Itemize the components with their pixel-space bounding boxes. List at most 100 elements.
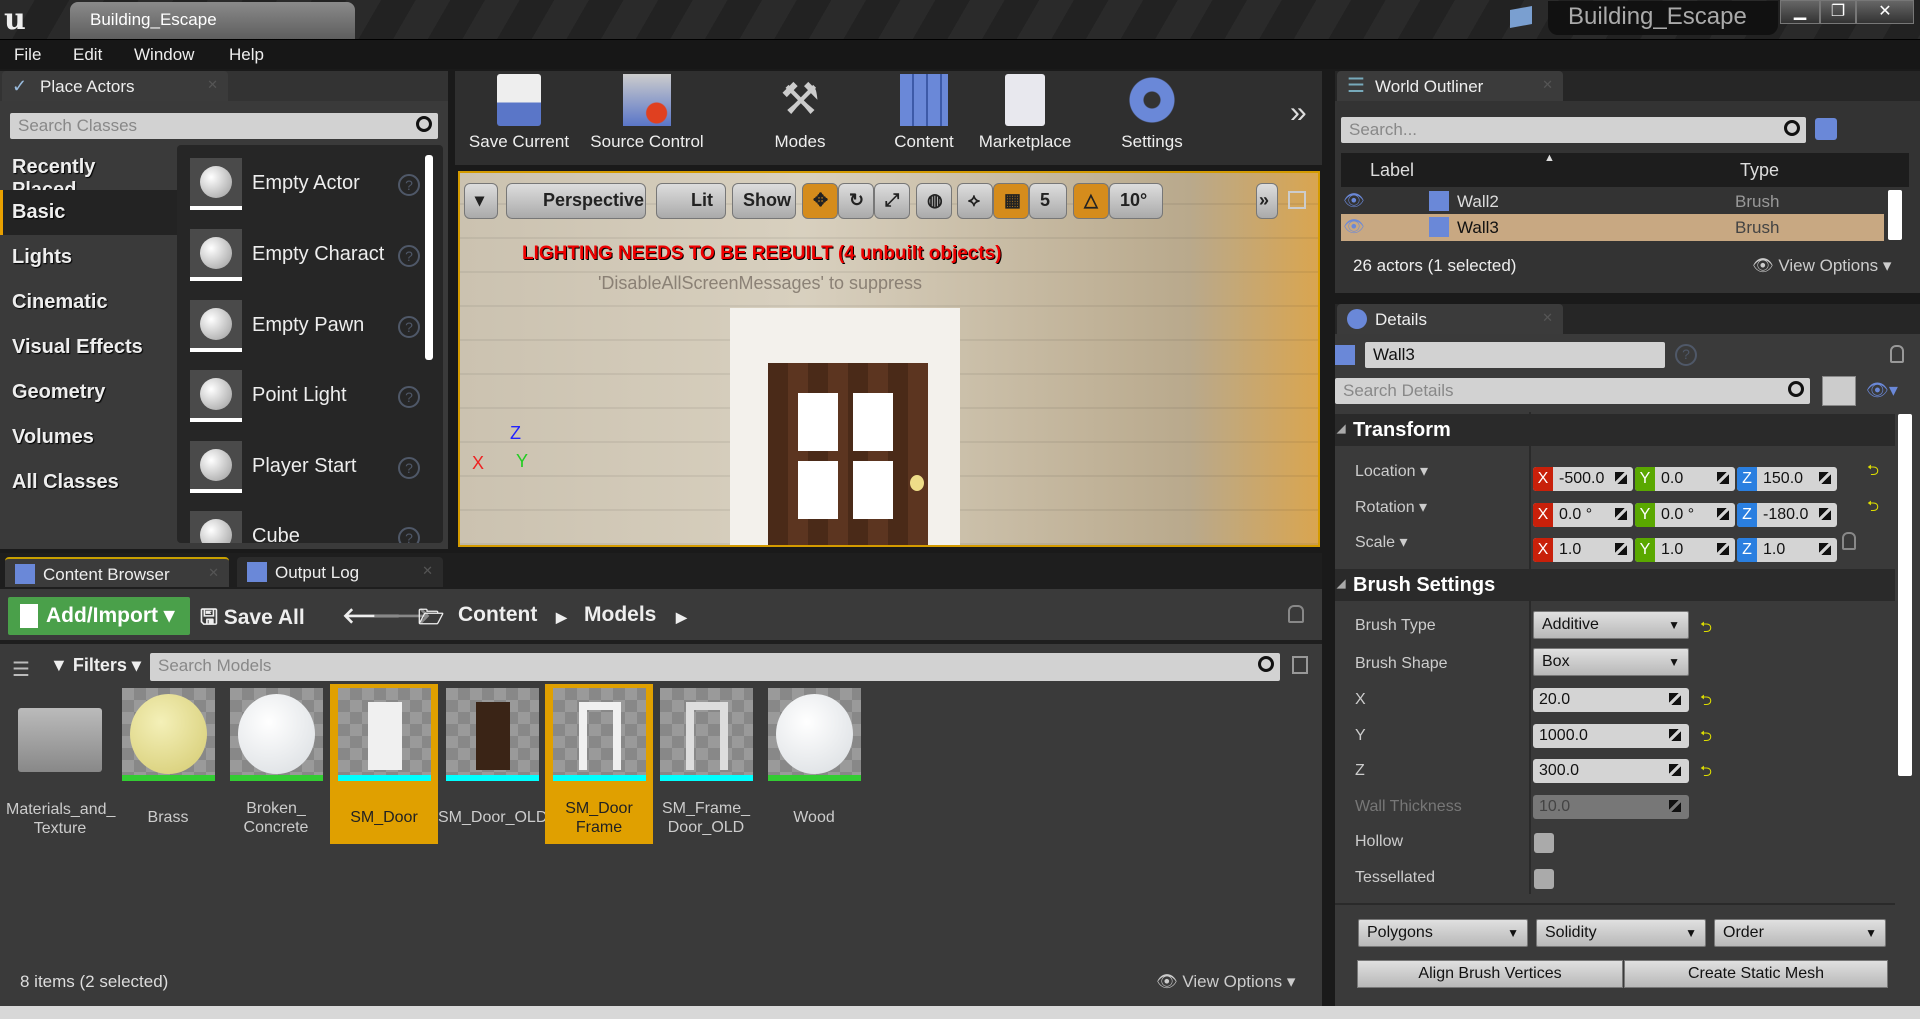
asset-folder[interactable]: Materials_and_ Texture (6, 688, 115, 838)
brush-x-field[interactable]: 20.0 (1533, 688, 1689, 712)
rotation-snap-value[interactable]: 10° (1109, 183, 1163, 219)
scrollbar[interactable] (1888, 190, 1902, 240)
column-type[interactable]: Type (1740, 160, 1779, 181)
show-button[interactable]: Show (732, 183, 796, 219)
add-import-button[interactable]: Add/Import ▾ (8, 597, 190, 635)
menu-edit[interactable]: Edit (73, 45, 102, 65)
brush-type-dropdown[interactable]: Additive (1533, 611, 1689, 639)
close-tab-icon[interactable]: ✕ (422, 563, 433, 579)
reset-brush-type-icon[interactable]: ⮌ (1700, 617, 1712, 642)
location-y-field[interactable]: Y 0.0 (1635, 467, 1735, 491)
column-label[interactable]: Label (1370, 160, 1414, 181)
tessellated-checkbox[interactable] (1534, 869, 1554, 889)
marketplace-button[interactable]: Marketplace (970, 74, 1080, 152)
perspective-button[interactable]: Perspective (506, 183, 646, 219)
rotation-z-field[interactable]: Z -180.0 (1737, 503, 1837, 527)
minimize-button[interactable]: ▁ (1780, 0, 1820, 24)
brush-z-field[interactable]: 300.0 (1533, 759, 1689, 783)
visibility-eye-icon[interactable]: 👁 (1343, 217, 1365, 237)
create-static-mesh-button[interactable]: Create Static Mesh (1624, 960, 1888, 988)
actor-player-start[interactable]: Player Start? (190, 441, 420, 503)
close-tab-icon[interactable]: ✕ (208, 565, 219, 581)
actor-empty-character[interactable]: Empty Charact? (190, 229, 420, 291)
category-cinematic[interactable]: Cinematic (0, 280, 177, 325)
menu-window[interactable]: Window (134, 45, 194, 65)
scale-label[interactable]: Scale ▾ (1355, 532, 1408, 552)
reset-x-icon[interactable]: ⮌ (1700, 690, 1712, 715)
breadcrumb-separator[interactable]: ▶ (556, 609, 567, 626)
transform-section-header[interactable]: Transform (1335, 414, 1895, 446)
source-control-button[interactable]: Source Control (585, 74, 709, 152)
actor-cube[interactable]: Cube? (190, 511, 420, 543)
outliner-row-wall2[interactable]: 👁 Wall2 Brush (1341, 188, 1884, 215)
reset-rotation-icon[interactable]: ⮌ (1867, 496, 1879, 521)
help-icon[interactable]: ? (398, 457, 420, 479)
actor-empty-pawn[interactable]: Empty Pawn? (190, 300, 420, 362)
category-lights[interactable]: Lights (0, 235, 177, 280)
location-z-field[interactable]: Z 150.0 (1737, 467, 1837, 491)
reset-location-icon[interactable]: ⮌ (1867, 460, 1879, 485)
rotation-label[interactable]: Rotation ▾ (1355, 497, 1427, 517)
tab-output-log[interactable]: Output Log ✕ (237, 557, 443, 587)
tab-world-outliner[interactable]: ☰ World Outliner ✕ (1337, 71, 1563, 101)
asset-brass[interactable]: Brass (114, 688, 222, 827)
category-all-classes[interactable]: All Classes (0, 460, 177, 505)
visibility-eye-icon[interactable]: 👁 (1343, 191, 1365, 211)
asset-sm-door[interactable]: SM_Door (330, 684, 438, 844)
lock-icon[interactable] (1890, 345, 1904, 363)
world-local-icon[interactable]: ◍ (916, 183, 952, 219)
property-matrix-icon[interactable] (1822, 376, 1856, 406)
modes-button[interactable]: ⚒ Modes (760, 74, 840, 152)
scale-y-field[interactable]: Y 1.0 (1635, 538, 1735, 562)
order-dropdown[interactable]: Order (1714, 919, 1886, 947)
rotate-tool-icon[interactable]: ↻ (838, 183, 874, 219)
breadcrumb-content[interactable]: Content (458, 603, 537, 627)
grid-snap-value[interactable]: 5 (1029, 183, 1067, 219)
actor-point-light[interactable]: Point Light? (190, 370, 420, 432)
save-all-button[interactable]: 🖫 Save All (200, 603, 305, 638)
reset-z-icon[interactable]: ⮌ (1700, 761, 1712, 786)
search-models-input[interactable]: Search Models (150, 653, 1280, 681)
close-button[interactable]: ✕ (1856, 0, 1914, 24)
close-tab-icon[interactable]: ✕ (1542, 77, 1553, 93)
breadcrumb-separator[interactable]: ▶ (676, 609, 687, 626)
toolbar-more-button[interactable]: » (1290, 96, 1307, 130)
rotation-y-field[interactable]: Y 0.0 ° (1635, 503, 1735, 527)
asset-wood[interactable]: Wood (760, 688, 868, 827)
visibility-filter-icon[interactable]: 👁▾ (1866, 380, 1898, 401)
category-volumes[interactable]: Volumes (0, 415, 177, 460)
filters-button[interactable]: ▼ Filters ▾ (50, 655, 141, 676)
restore-button[interactable]: ❐ (1820, 0, 1856, 24)
content-button[interactable]: Content (880, 74, 968, 152)
outliner-search-input[interactable]: Search... (1341, 117, 1806, 143)
help-icon[interactable]: ? (398, 245, 420, 267)
location-x-field[interactable]: X -500.0 (1533, 467, 1633, 491)
brush-shape-dropdown[interactable]: Box (1533, 648, 1689, 676)
rotation-snap-icon[interactable]: △ (1073, 183, 1109, 219)
scale-z-field[interactable]: Z 1.0 (1737, 538, 1837, 562)
level-viewport[interactable]: ▾ Perspective Lit Show ✥ ↻ ⤢ ◍ ⟡ ▦ 5 △ 1… (458, 171, 1320, 547)
settings-button[interactable]: Settings (1110, 74, 1194, 152)
translate-tool-icon[interactable]: ✥ (802, 183, 838, 219)
scale-lock-icon[interactable] (1842, 532, 1856, 550)
menu-file[interactable]: File (14, 45, 41, 65)
search-details-input[interactable]: Search Details (1335, 378, 1810, 404)
breadcrumb-models[interactable]: Models (584, 603, 656, 627)
details-scrollbar[interactable] (1898, 414, 1912, 776)
category-basic[interactable]: Basic (0, 190, 177, 235)
sources-toggle-icon[interactable]: ☰ (12, 657, 30, 682)
tab-details[interactable]: Details ✕ (1337, 304, 1563, 334)
grid-snap-icon[interactable]: ▦ (993, 183, 1029, 219)
tab-content-browser[interactable]: Content Browser ✕ (5, 557, 229, 587)
hollow-checkbox[interactable] (1534, 833, 1554, 853)
category-recently-placed[interactable]: Recently Placed (0, 145, 177, 201)
asset-broken-concrete[interactable]: Broken_ Concrete (222, 688, 330, 837)
solidity-dropdown[interactable]: Solidity (1536, 919, 1706, 947)
save-search-icon[interactable] (1292, 656, 1308, 674)
scrollbar[interactable] (425, 155, 433, 360)
search-classes-input[interactable]: Search Classes (10, 113, 438, 139)
actor-name-field[interactable]: Wall3 (1365, 342, 1665, 368)
category-geometry[interactable]: Geometry (0, 370, 177, 415)
content-view-options-button[interactable]: 👁 View Options ▾ (1156, 972, 1295, 992)
menu-help[interactable]: Help (229, 45, 264, 65)
